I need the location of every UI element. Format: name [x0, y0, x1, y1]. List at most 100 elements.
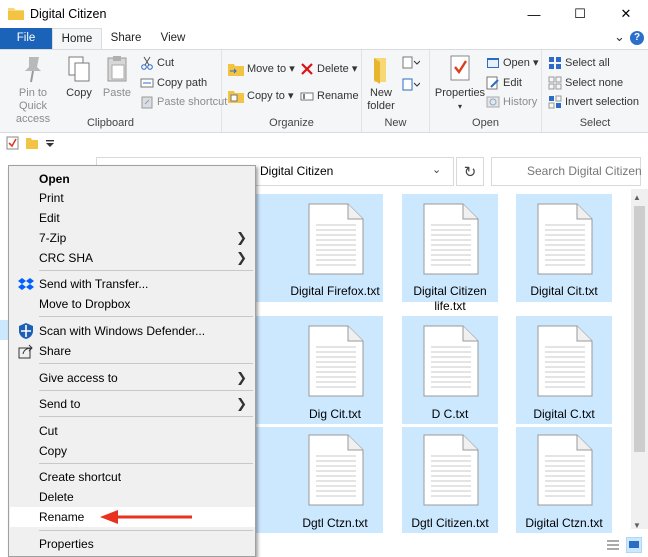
properties-check-icon[interactable]: [6, 136, 19, 150]
submenu-chevron-icon: ❯: [236, 396, 247, 411]
paste-button[interactable]: Paste: [100, 54, 134, 100]
tab-home[interactable]: Home: [52, 28, 102, 50]
windows-defender-icon: [19, 323, 33, 339]
minimize-button[interactable]: —: [511, 0, 557, 28]
menu-item-give-access[interactable]: Give access to ❯: [10, 368, 255, 388]
menu-item-edit[interactable]: Edit: [10, 208, 255, 228]
menu-item-create-shortcut[interactable]: Create shortcut: [10, 467, 255, 487]
menu-item-crc-sha[interactable]: CRC SHA ❯: [10, 248, 255, 268]
new-folder-button[interactable]: New folder: [366, 54, 396, 113]
menu-item-send-to[interactable]: Send to ❯: [10, 394, 255, 414]
scrollbar-thumb[interactable]: [634, 206, 645, 452]
collapse-ribbon-icon[interactable]: ⌄: [614, 29, 625, 45]
edit-button[interactable]: Edit: [486, 74, 522, 92]
file-tile[interactable]: Dgtl Citizen.txt: [402, 427, 498, 533]
delete-button[interactable]: Delete ▾: [300, 60, 357, 78]
rename-icon: [300, 92, 314, 101]
scroll-down-arrow-icon[interactable]: ▼: [633, 521, 641, 530]
clipboard-group: Pin to Quick access Copy Paste Cut Copy …: [0, 50, 227, 132]
large-icons-view-icon[interactable]: [626, 537, 642, 553]
menu-separator: [39, 316, 253, 317]
search-placeholder: Search Digital Citizen: [527, 164, 642, 178]
tab-share[interactable]: Share: [102, 28, 150, 49]
menu-item-scan-defender[interactable]: Scan with Windows Defender...: [10, 321, 255, 341]
file-name: Digital Cit.txt: [530, 284, 598, 298]
file-tile[interactable]: Digital Citizen life.txt: [402, 194, 498, 313]
open-icon: [487, 58, 499, 69]
history-button[interactable]: History: [486, 93, 537, 111]
menu-item-cut[interactable]: Cut: [10, 421, 255, 441]
paste-shortcut-button[interactable]: Paste shortcut: [140, 93, 227, 111]
invert-selection-button[interactable]: Invert selection: [548, 93, 639, 111]
rename-button[interactable]: Rename: [300, 87, 359, 105]
file-tile[interactable]: Digital Ctzn.txt: [516, 427, 612, 533]
file-name: Dig Cit.txt: [308, 407, 361, 421]
menu-item-properties[interactable]: Properties: [10, 534, 255, 554]
menu-item-move-dropbox[interactable]: Move to Dropbox: [10, 294, 255, 314]
new-item-icon[interactable]: [402, 56, 420, 70]
menu-separator: [39, 530, 253, 531]
file-name: Digital Citizen life.txt: [413, 284, 487, 313]
file-tile[interactable]: Digital Cit.txt: [516, 194, 612, 302]
submenu-chevron-icon: ❯: [236, 230, 247, 245]
select-none-button[interactable]: Select none: [548, 74, 623, 92]
move-to-button[interactable]: Move to ▾: [228, 60, 295, 78]
paste-shortcut-icon: [141, 96, 153, 109]
file-name: Digital Firefox.txt: [290, 284, 380, 298]
file-tile[interactable]: Digital Firefox.txt: [287, 194, 383, 302]
details-view-icon[interactable]: [606, 538, 620, 552]
menu-item-share[interactable]: Share: [10, 341, 255, 361]
share-icon: [18, 344, 33, 359]
new-folder-small-icon[interactable]: [26, 137, 38, 149]
open-group: Properties ▾ Open ▾ Edit History Open: [430, 50, 542, 132]
submenu-chevron-icon: ❯: [236, 370, 247, 385]
select-all-icon: [549, 57, 561, 70]
cut-button[interactable]: Cut: [140, 54, 174, 72]
help-icon[interactable]: ?: [630, 31, 644, 45]
customize-toolbar-icon[interactable]: [46, 140, 54, 147]
refresh-icon[interactable]: ↻: [456, 157, 484, 186]
properties-button[interactable]: Properties ▾: [434, 54, 486, 113]
address-path[interactable]: Digital Citizen: [260, 164, 333, 178]
window-title: Digital Citizen: [30, 7, 107, 21]
text-file-icon: [423, 203, 479, 275]
title-bar: Digital Citizen — ☐ ✕: [0, 0, 648, 28]
menu-item-print[interactable]: Print: [10, 188, 255, 208]
file-tile[interactable]: Dig Cit.txt: [287, 316, 383, 424]
text-file-icon: [537, 203, 593, 275]
file-tile[interactable]: D C.txt: [402, 316, 498, 424]
menu-item-copy[interactable]: Copy: [10, 441, 255, 461]
file-tile[interactable]: Dgtl Ctzn.txt: [287, 427, 383, 533]
menu-item-delete[interactable]: Delete: [10, 487, 255, 507]
select-all-button[interactable]: Select all: [548, 54, 610, 72]
open-button[interactable]: Open ▾: [486, 54, 539, 72]
scroll-up-arrow-icon[interactable]: ▲: [633, 193, 641, 202]
menu-item-7zip[interactable]: 7-Zip ❯: [10, 228, 255, 248]
select-none-icon: [548, 76, 562, 90]
address-history-chevron-icon[interactable]: ⌄: [432, 163, 441, 176]
tab-file[interactable]: File: [0, 28, 52, 49]
close-button[interactable]: ✕: [603, 0, 648, 28]
pin-quick-access-button[interactable]: Pin to Quick access: [4, 54, 62, 126]
file-tile[interactable]: Digital C.txt: [516, 316, 612, 424]
text-file-icon: [308, 203, 364, 275]
maximize-button[interactable]: ☐: [557, 0, 603, 28]
file-name: D C.txt: [431, 407, 469, 421]
dropbox-icon: [18, 278, 34, 290]
easy-access-icon[interactable]: [402, 78, 420, 92]
copy-to-button[interactable]: Copy to ▾: [228, 87, 294, 105]
tab-view[interactable]: View: [150, 28, 196, 49]
ribbon: Pin to Quick access Copy Paste Cut Copy …: [0, 49, 648, 133]
text-file-icon: [537, 325, 593, 397]
copy-button[interactable]: Copy: [62, 54, 96, 100]
menu-separator: [39, 390, 253, 391]
file-name: Digital Ctzn.txt: [525, 516, 603, 530]
new-group: New folder New: [362, 50, 430, 132]
menu-item-open[interactable]: Open: [10, 169, 255, 189]
menu-item-send-transfer[interactable]: Send with Transfer...: [10, 274, 255, 294]
menu-separator: [39, 463, 253, 464]
edit-icon: [486, 76, 499, 90]
scissors-icon: [141, 56, 153, 70]
text-file-icon: [308, 434, 364, 506]
copy-path-button[interactable]: Copy path: [140, 74, 207, 92]
